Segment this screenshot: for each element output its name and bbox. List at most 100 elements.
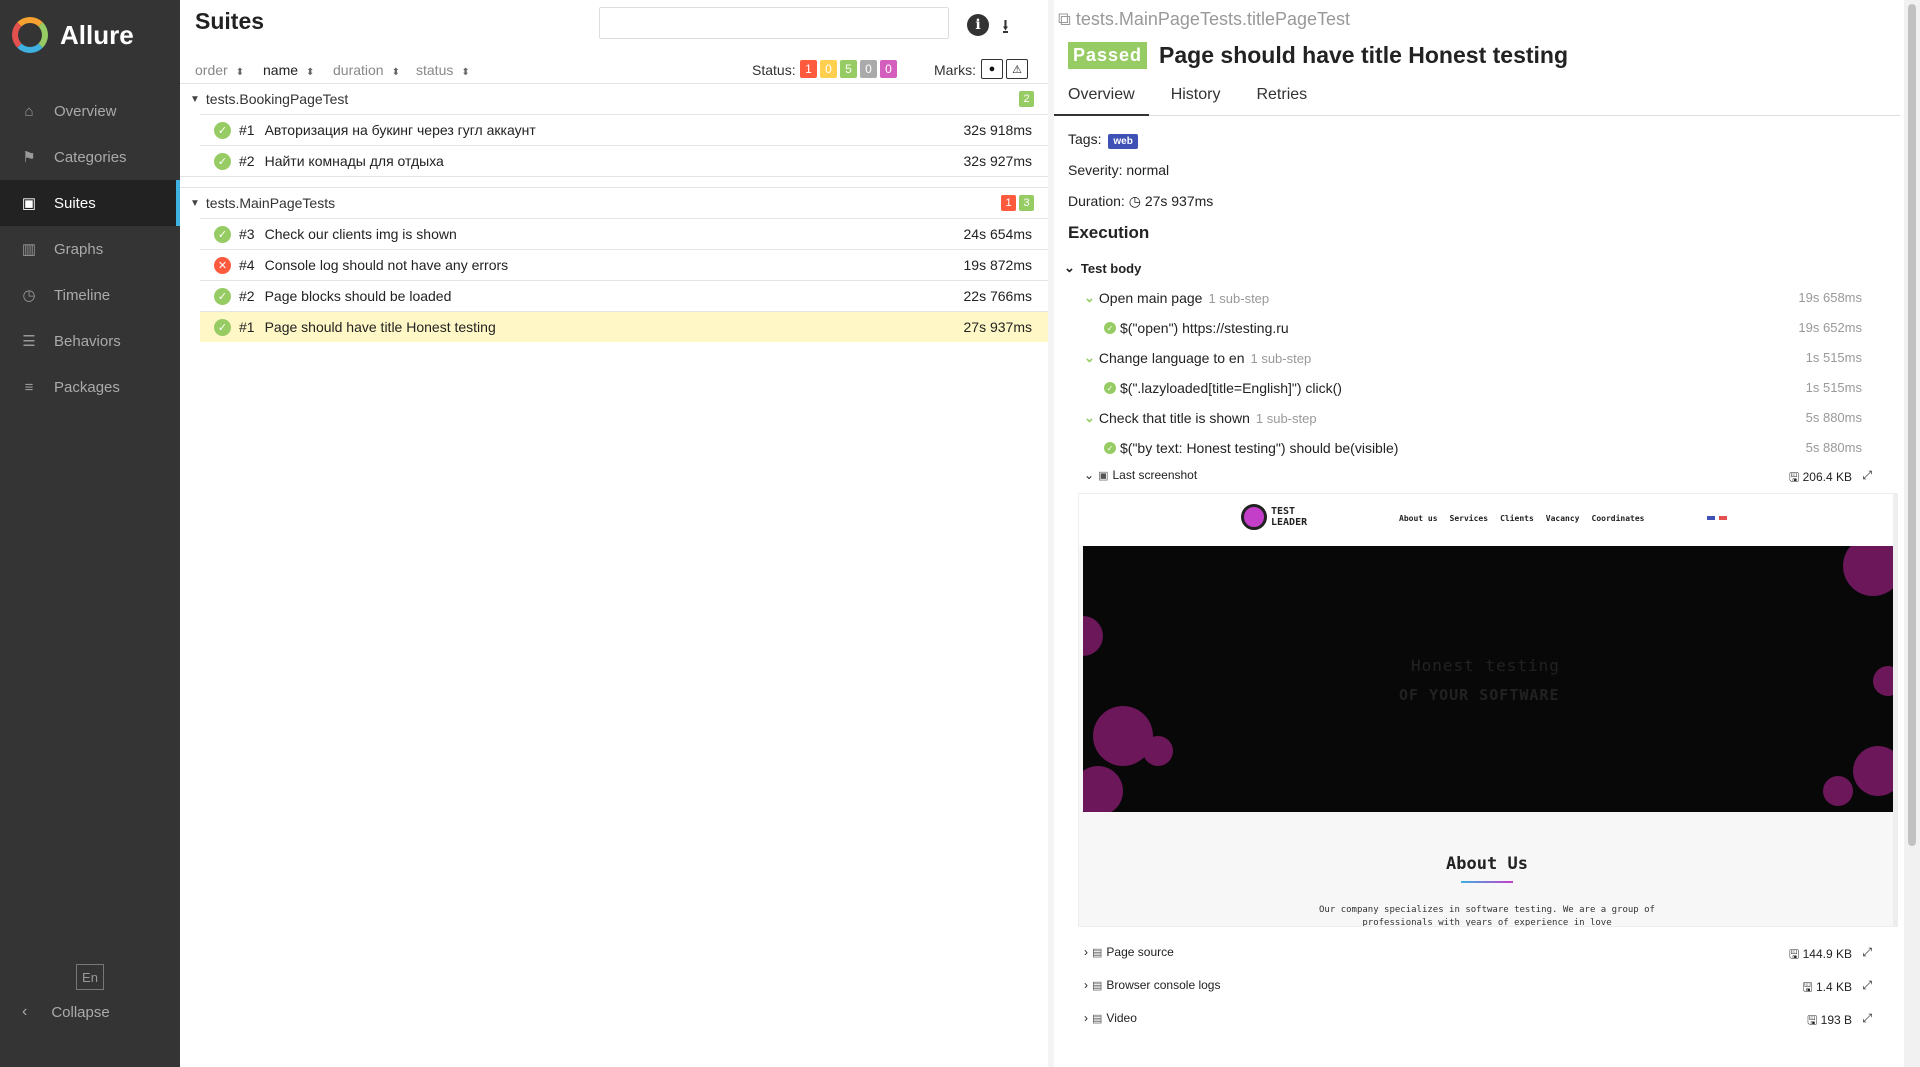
hero-blob (1083, 766, 1123, 812)
attachment-size: 🖫 1.4 KB (1802, 978, 1852, 999)
sidebar-item-packages[interactable]: ≡ Packages (0, 364, 180, 410)
status-passed-toggle[interactable]: 5 (840, 60, 857, 78)
flag-icon (1707, 516, 1715, 520)
sidebar-item-overview[interactable]: ⌂ Overview (0, 88, 180, 134)
flag-icon (1719, 516, 1727, 520)
warning-mark-icon[interactable]: ⚠ (1006, 59, 1028, 79)
chevron-down-icon: ⌄ (1084, 468, 1095, 482)
flaky-mark-icon[interactable]: ● (981, 59, 1003, 79)
attachment-row[interactable]: › ▤ Page source (1084, 945, 1174, 959)
sidebar-item-timeline[interactable]: ◷ Timeline (0, 272, 180, 318)
expand-icon[interactable]: ⤢ (1862, 468, 1872, 483)
attachment-name: Last screenshot (1112, 468, 1198, 482)
sort-arrows-icon: ⬍ (306, 67, 315, 78)
step-row[interactable]: ⌄ Change language to en 1 sub-step (1084, 350, 1311, 366)
test-duration: 32s 927ms (963, 153, 1032, 169)
table-row[interactable]: ✕ #4 Console log should not have any error… (200, 249, 1048, 280)
status-broken-toggle[interactable]: 0 (820, 60, 837, 78)
suites-pane: Suites i ⭳ order ⬍ name ⬍ duration ⬍ status… (180, 0, 1048, 1067)
hero-blob (1873, 666, 1895, 696)
status-unknown-toggle[interactable]: 0 (880, 60, 897, 78)
step-duration: 19s 658ms (1798, 290, 1862, 305)
chevron-down-icon: ⌄ (1084, 290, 1095, 305)
app-name: Allure (60, 19, 134, 50)
passed-count-badge: 3 (1019, 195, 1034, 211)
file-icon: ▤ (1092, 1012, 1103, 1025)
step-substep-count: 1 sub-step (1208, 290, 1270, 306)
table-row[interactable]: ✓ #2 Найти комнады для отдыха 32s 927ms (200, 145, 1048, 176)
info-icon[interactable]: i (967, 14, 989, 36)
brand[interactable]: Allure (0, 0, 180, 70)
sort-label: duration (333, 62, 384, 78)
collapse-button[interactable]: ‹ Collapse (22, 1003, 110, 1021)
duration-label: Duration: (1068, 193, 1125, 209)
screenshot-menu-item: Services (1449, 514, 1489, 523)
save-icon: 🖫 (1802, 980, 1813, 994)
tab-overview[interactable]: Overview (1054, 82, 1149, 116)
screenshot-about-text: Our company specializes in software test… (1319, 905, 1655, 927)
test-body-toggle[interactable]: ⌄ Test body (1064, 260, 1141, 276)
status-failed-toggle[interactable]: 1 (800, 60, 817, 78)
sort-order-button[interactable]: order ⬍ (195, 62, 244, 78)
expand-icon[interactable]: ⤢ (1862, 1011, 1872, 1026)
scrollbar-thumb[interactable] (1908, 4, 1916, 846)
screenshot-about-underline (1461, 881, 1513, 883)
step-row[interactable]: ⌄ Open main page 1 sub-step (1084, 290, 1269, 306)
sidebar-item-categories[interactable]: ⚑ Categories (0, 134, 180, 180)
save-icon: 🖫 (1807, 1013, 1818, 1027)
suite-group-header[interactable]: ▼ tests.BookingPageTest 2 (180, 84, 1048, 114)
language-switch-button[interactable]: En (76, 964, 104, 990)
file-icon: ▤ (1092, 946, 1103, 959)
chevron-right-icon: › (1084, 1011, 1088, 1025)
sidebar-item-label: Graphs (54, 240, 104, 258)
chevron-down-icon: ▼ (190, 93, 200, 105)
sidebar-item-label: Timeline (54, 286, 111, 304)
test-duration: 19s 872ms (963, 257, 1032, 273)
screenshot-menu-item: Coordinates (1591, 514, 1645, 523)
table-row-selected[interactable]: ✓ #1 Page should have title Honest testing… (200, 311, 1048, 342)
failed-status-icon: ✕ (214, 256, 231, 274)
sidebar-item-graphs[interactable]: ▥ Graphs (0, 226, 180, 272)
sort-name-button[interactable]: name ⬍ (263, 62, 314, 78)
sort-duration-button[interactable]: duration ⬍ (333, 62, 400, 78)
table-row[interactable]: ✓ #1 Авторизация на букинг через гугл акка… (200, 114, 1048, 145)
tab-history[interactable]: History (1157, 82, 1235, 116)
sidebar-item-suites[interactable]: ▣ Suites (0, 180, 180, 226)
copy-icon[interactable]: ⧉ (1058, 9, 1071, 29)
test-name: Check our clients img is shown (264, 226, 457, 242)
step-duration: 5s 880ms (1805, 410, 1862, 425)
duration-value: 27s 937ms (1144, 193, 1214, 209)
table-row[interactable]: ✓ #3 Check our clients img is shown 24s 654… (200, 218, 1048, 249)
sort-label: status (416, 62, 454, 78)
chevron-down-icon: ⌄ (1084, 350, 1095, 365)
substep-row: ✓ $("by text: Honest testing") should be(… (1104, 440, 1398, 456)
screenshot-hero-title: Honest testing (1411, 656, 1560, 675)
table-row[interactable]: ✓ #2 Page blocks should be loaded 22s 766ms (200, 280, 1048, 311)
screenshot-hero: Honest testing OF YOUR SOFTWARE (1083, 546, 1895, 812)
chevron-down-icon: ⌄ (1064, 260, 1075, 275)
test-name: Найти комнады для отдыха (264, 153, 444, 169)
screenshot-menu: About us Services Clients Vacancy Coordi… (1399, 514, 1644, 523)
sort-bar: order ⬍ name ⬍ duration ⬍ status ⬍ Status: 1… (180, 56, 1048, 84)
download-icon[interactable]: ⭳ (1002, 12, 1009, 46)
tags-label: Tags: (1068, 131, 1102, 147)
attachment-row[interactable]: › ▤ Video (1084, 1011, 1137, 1025)
list-icon: ☰ (22, 333, 36, 350)
page-scrollbar[interactable] (1904, 0, 1920, 1067)
clock-icon: ◷ (1128, 193, 1141, 209)
suite-group-header[interactable]: ▼ tests.MainPageTests 13 (180, 188, 1048, 218)
logo-line-1: TEST (1271, 506, 1296, 517)
status-skipped-toggle[interactable]: 0 (860, 60, 877, 78)
attachment-row[interactable]: ⌄ ▣ Last screenshot (1084, 468, 1197, 482)
screenshot-scrollbar[interactable] (1893, 494, 1897, 926)
step-substep-count: 1 sub-step (1255, 410, 1317, 426)
step-row[interactable]: ⌄ Check that title is shown 1 sub-step (1084, 410, 1317, 426)
sort-status-button[interactable]: status ⬍ (416, 62, 470, 78)
expand-icon[interactable]: ⤢ (1862, 978, 1872, 993)
attachment-row[interactable]: › ▤ Browser console logs (1084, 978, 1220, 992)
page-title: Suites (195, 8, 265, 34)
tab-retries[interactable]: Retries (1242, 82, 1321, 116)
sidebar-item-behaviors[interactable]: ☰ Behaviors (0, 318, 180, 364)
search-input[interactable] (599, 7, 949, 39)
expand-icon[interactable]: ⤢ (1862, 945, 1872, 960)
